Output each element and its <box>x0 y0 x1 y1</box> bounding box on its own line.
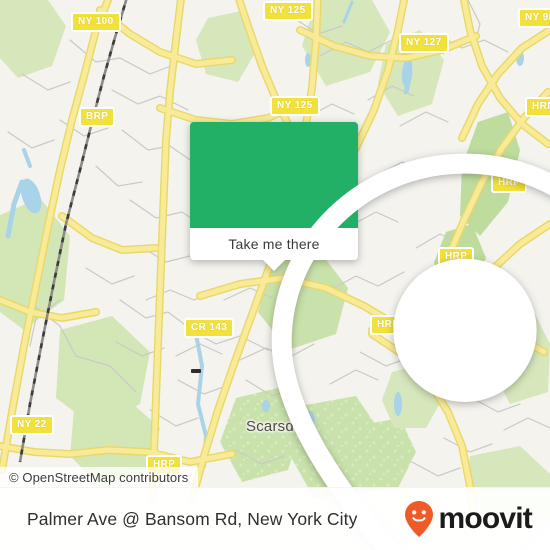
road-shield[interactable]: NY 125 <box>263 1 313 21</box>
moovit-wordmark: moovit <box>438 502 532 535</box>
station-title: Palmer Ave @ Bansom Rd, New York City <box>27 508 358 529</box>
road-shield[interactable]: NY 100 <box>71 12 121 32</box>
road-shield[interactable]: NY 98 <box>518 8 550 28</box>
road-shield[interactable]: NY 127 <box>399 33 449 53</box>
moovit-station-map-screen: NY 100 NY 125 NY 127 NY 98 BRP NY 125 HR… <box>0 0 550 550</box>
footer-bar: Palmer Ave @ Bansom Rd, New York City mo… <box>0 487 550 550</box>
popup-card-body <box>190 122 550 550</box>
map-attribution[interactable]: © OpenStreetMap contributors <box>0 467 199 489</box>
moovit-logo[interactable]: moovit <box>404 500 533 538</box>
map-canvas[interactable]: NY 100 NY 125 NY 127 NY 98 BRP NY 125 HR… <box>0 0 550 550</box>
moovit-pin-smiley-icon <box>404 500 434 538</box>
road-shield[interactable]: HRP <box>525 97 550 117</box>
road-shield[interactable]: BRP <box>79 107 116 127</box>
road-shield[interactable]: NY 125 <box>270 96 320 116</box>
road-shield[interactable]: NY 22 <box>10 415 54 435</box>
popup-pointer-tail <box>262 259 286 271</box>
popup-action-label: Take me there <box>228 236 320 252</box>
station-popup-card[interactable]: Take me there <box>190 122 550 550</box>
popup-card-action[interactable]: Take me there <box>190 228 358 271</box>
